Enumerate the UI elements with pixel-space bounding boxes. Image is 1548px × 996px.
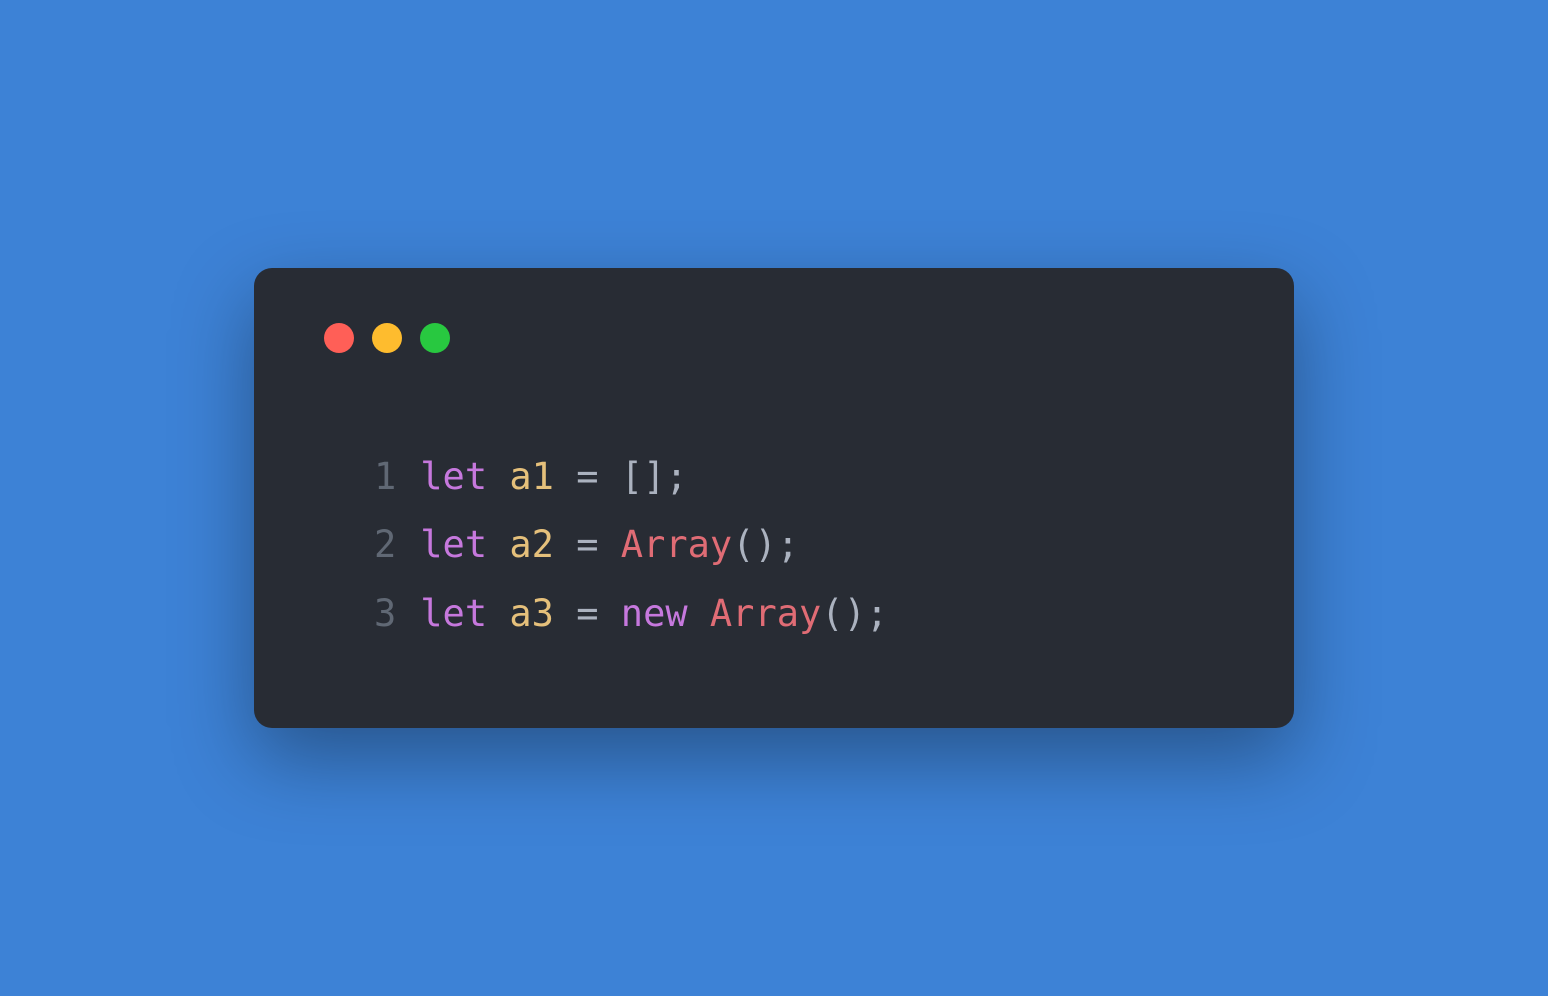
traffic-lights — [324, 323, 1234, 353]
token-operator: = — [576, 592, 598, 635]
token-identifier: a3 — [509, 592, 554, 635]
code-line: 1 let a1 = []; — [374, 443, 1234, 511]
token-operator: = — [576, 523, 598, 566]
token-default — [599, 455, 621, 498]
token-default — [487, 592, 509, 635]
token-default — [599, 592, 621, 635]
token-keyword: let — [420, 592, 487, 635]
token-default — [487, 523, 509, 566]
code-line: 3 let a3 = new Array(); — [374, 580, 1234, 648]
maximize-icon[interactable] — [420, 323, 450, 353]
close-icon[interactable] — [324, 323, 354, 353]
token-default — [554, 455, 576, 498]
token-default — [599, 523, 621, 566]
token-punctuation: []; — [621, 455, 688, 498]
token-identifier: a1 — [509, 455, 554, 498]
line-number: 2 — [374, 511, 396, 579]
minimize-icon[interactable] — [372, 323, 402, 353]
token-default — [554, 523, 576, 566]
token-identifier: a2 — [509, 523, 554, 566]
code-area: 1let a1 = [];2let a2 = Array();3let a3 =… — [374, 443, 1234, 648]
line-content: let a1 = []; — [420, 443, 687, 511]
token-class: Array — [710, 592, 821, 635]
line-number: 3 — [374, 580, 396, 648]
token-punctuation: (); — [732, 523, 799, 566]
token-default — [688, 592, 710, 635]
token-keyword: let — [420, 455, 487, 498]
line-content: let a3 = new Array(); — [420, 580, 888, 648]
editor-window: 1let a1 = [];2let a2 = Array();3let a3 =… — [254, 268, 1294, 728]
line-number: 1 — [374, 443, 396, 511]
token-default — [554, 592, 576, 635]
token-operator: = — [576, 455, 598, 498]
token-default — [487, 455, 509, 498]
token-keyword: new — [621, 592, 688, 635]
line-content: let a2 = Array(); — [420, 511, 799, 579]
code-line: 2 let a2 = Array(); — [374, 511, 1234, 579]
token-punctuation: (); — [821, 592, 888, 635]
token-class: Array — [621, 523, 732, 566]
token-keyword: let — [420, 523, 487, 566]
